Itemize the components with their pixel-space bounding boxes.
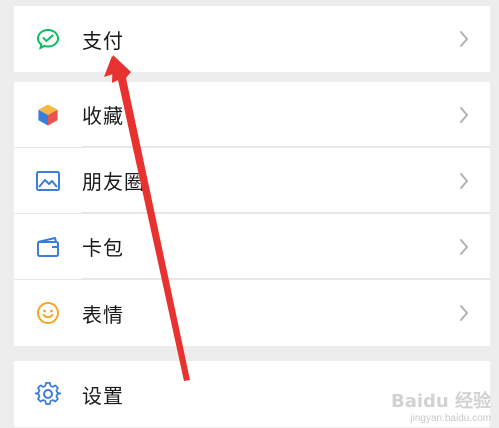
menu-item-stickers[interactable]: 表情 [14,280,490,346]
menu-label-stickers: 表情 [82,304,124,327]
row-divider [82,278,490,279]
chevron-right-icon [460,238,469,255]
menu-item-moments[interactable]: 朋友圈 [14,148,490,214]
row-divider [82,146,490,147]
photo-moments-icon [36,170,60,191]
menu-label-cards: 卡包 [82,238,124,260]
main-menu-group: 收藏 朋友圈 卡包 表情 [14,82,490,346]
wallet-pay-icon [36,28,60,50]
menu-item-favorites[interactable]: 收藏 [14,82,490,148]
favorites-cube-icon [37,103,59,126]
row-divider [82,212,490,213]
chevron-right-icon [460,305,469,321]
chevron-right-icon [460,106,469,123]
watermark-url: jingyan.baidu.com [410,413,491,424]
menu-label-settings: 设置 [82,385,124,408]
menu-label-favorites: 收藏 [82,106,124,128]
card-wallet-icon [37,236,59,257]
gear-icon [34,382,62,405]
settings-screen: 支付 收藏 朋友圈 卡包 表情 设置 [14,0,490,428]
menu-label-moments: 朋友圈 [82,172,145,194]
chevron-right-icon [460,172,469,189]
menu-item-pay[interactable]: 支付 [14,6,490,72]
watermark: Baidu 经验 jingyan.baidu.com [391,387,491,424]
menu-item-cards[interactable]: 卡包 [14,214,490,280]
menu-label-pay: 支付 [82,30,124,53]
chevron-right-icon [460,31,469,47]
pay-group: 支付 [14,6,490,72]
smiley-icon [37,302,59,324]
watermark-brand: Baidu 经验 [390,391,491,412]
